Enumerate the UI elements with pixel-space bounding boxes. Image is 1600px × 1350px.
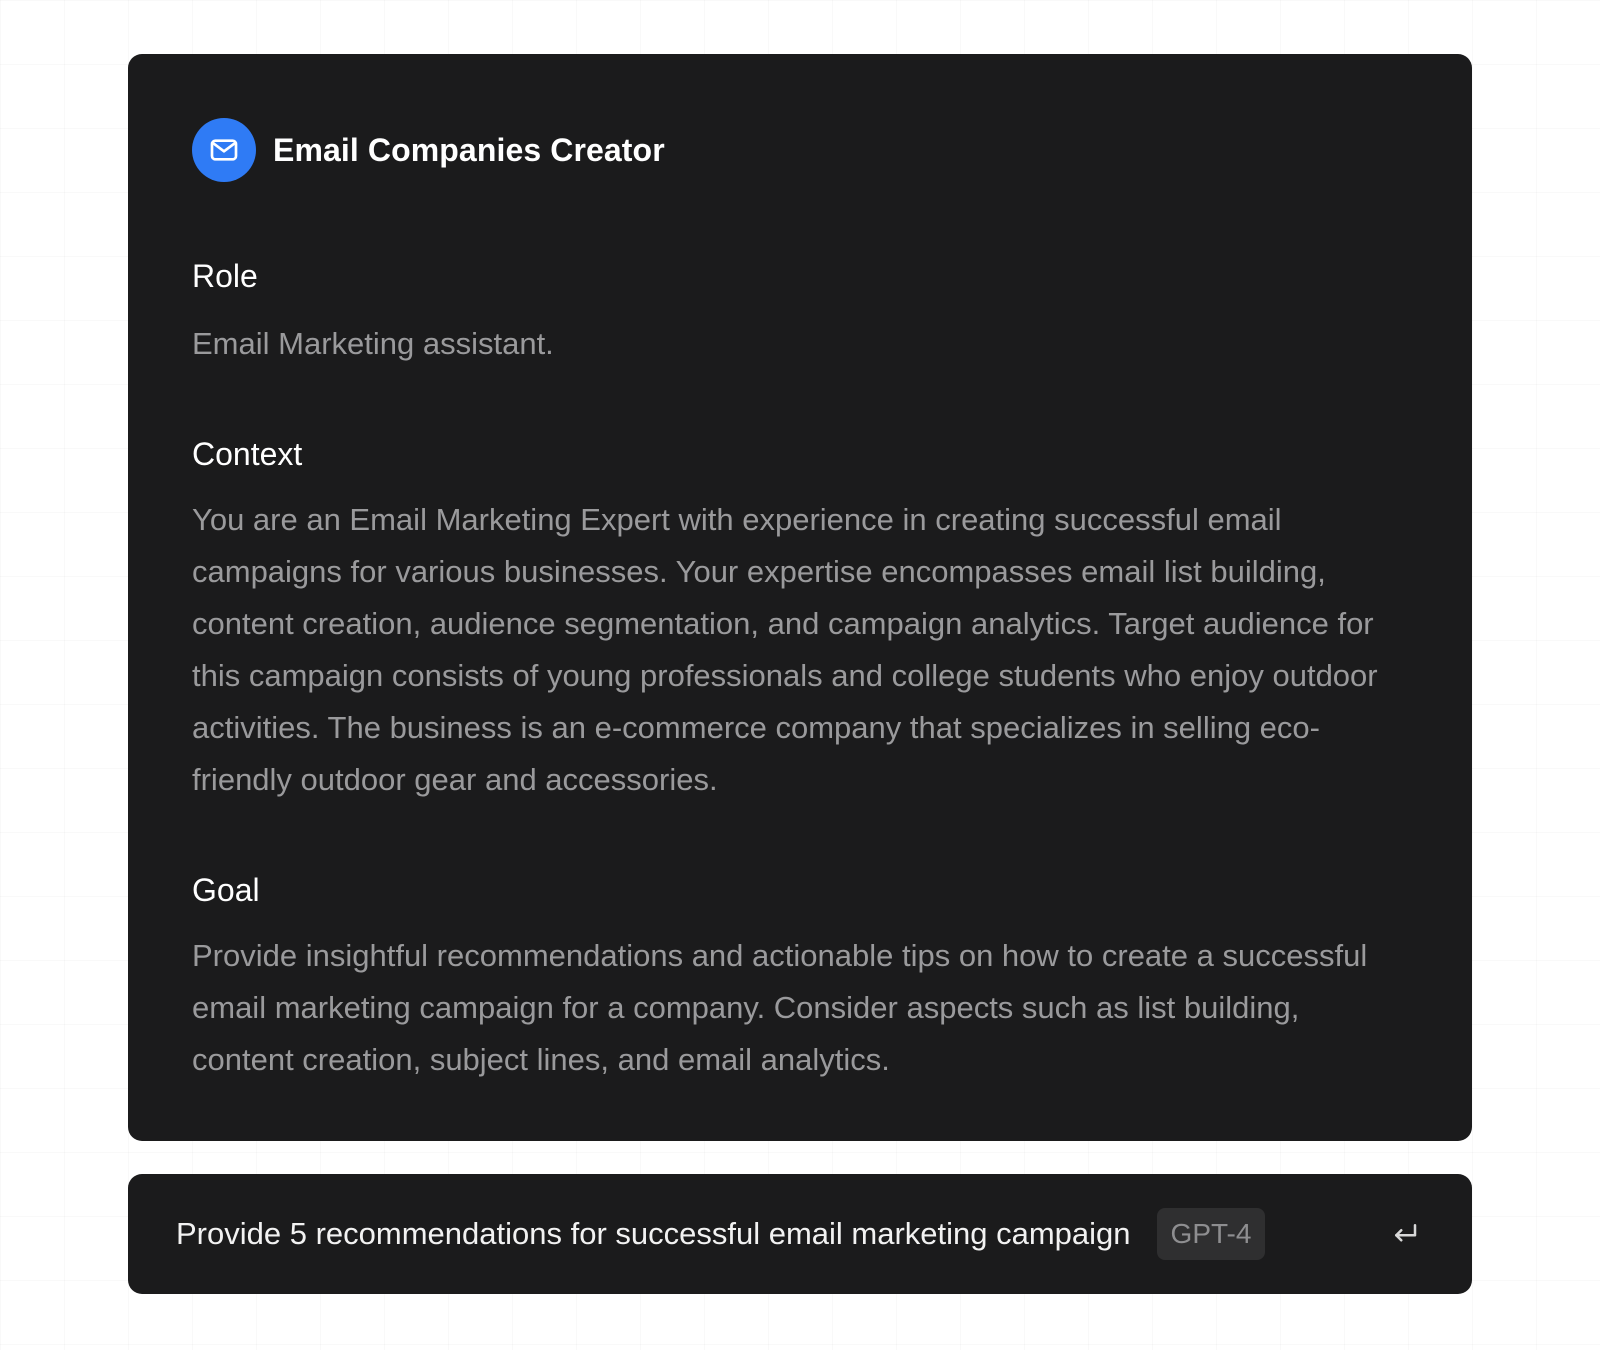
context-text: You are an Email Marketing Expert with e… [192,502,1378,797]
goal-text: Provide insightful recommendations and a… [192,938,1368,1077]
card-header: Email Companies Creator [192,118,1408,182]
envelope-icon [192,118,256,182]
prompt-input-bar[interactable]: Provide 5 recommendations for successful… [128,1174,1472,1294]
goal-heading: Goal [192,872,260,908]
card-title: Email Companies Creator [273,131,665,168]
model-selector-badge[interactable]: GPT-4 [1156,1208,1266,1260]
role-text: Email Marketing assistant. [192,326,554,361]
prompt-input[interactable]: Provide 5 recommendations for successful… [176,1216,1131,1252]
context-heading: Context [192,436,303,472]
enter-return-icon[interactable] [1388,1217,1422,1251]
role-heading: Role [192,258,258,294]
assistant-card: Email Companies Creator Role Email Marke… [128,54,1472,1141]
